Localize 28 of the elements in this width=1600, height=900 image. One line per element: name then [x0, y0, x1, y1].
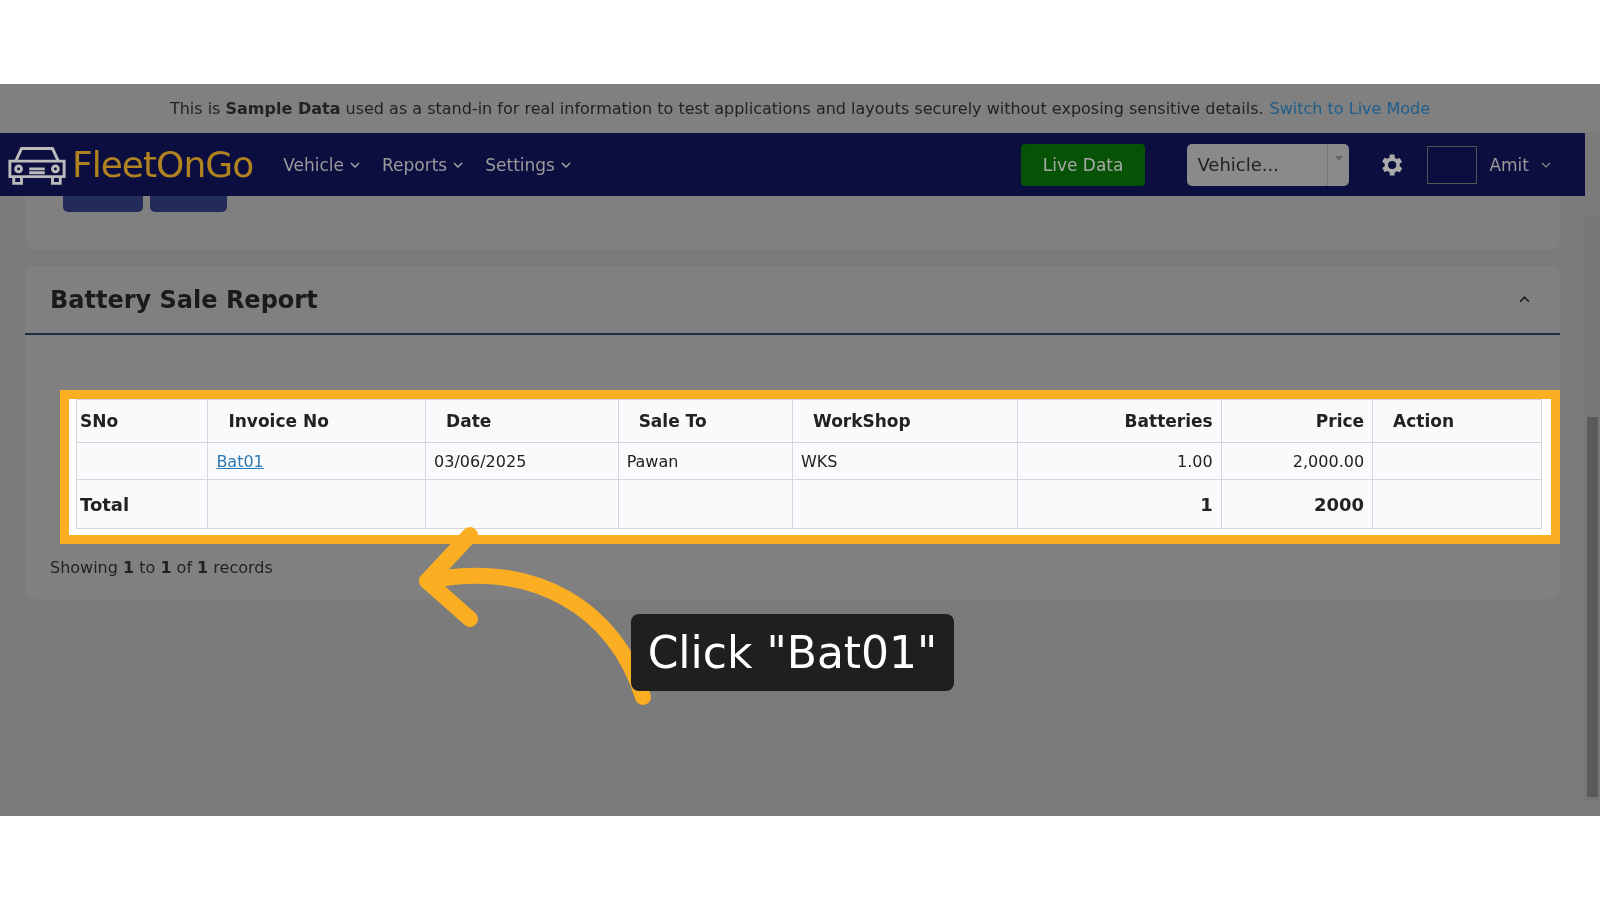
nav-menu[interactable]: Settings	[485, 154, 571, 175]
user-menu[interactable]: Amit	[1483, 153, 1557, 176]
table-cell: WKS	[792, 442, 1018, 480]
vehicle-select[interactable]: Vehicle...	[1187, 143, 1328, 186]
report-title: Battery Sale Report	[50, 285, 318, 314]
column-header: Date	[425, 399, 619, 443]
column-header: Batteries	[1017, 399, 1222, 443]
total-cell: 1	[1017, 479, 1222, 529]
table-cell: Pawan	[618, 442, 793, 480]
banner-text: This is Sample Data used as a stand-in for real information to test applications and layouts securely without exposing sensitive details.	[169, 99, 1264, 118]
column-header: Price	[1221, 399, 1373, 443]
total-cell: 2000	[1221, 479, 1373, 529]
nav-menu[interactable]: Vehicle	[283, 154, 360, 175]
records-summary: Showing 1 to 1 of 1 records	[49, 557, 274, 577]
column-header: Sale To	[618, 399, 793, 443]
invoice-link[interactable]: Bat01	[216, 451, 264, 471]
nav-menu[interactable]: Reports	[382, 154, 464, 175]
table-cell: 2,000.00	[1221, 442, 1373, 480]
total-label: Total	[76, 479, 208, 529]
column-header: SNo	[76, 399, 208, 443]
tooltip: Click "Bat01"	[631, 614, 954, 691]
logo-text: FleetOnGo	[72, 144, 254, 185]
table-cell: 1.00	[1017, 442, 1222, 480]
table-cell: 03/06/2025	[425, 442, 619, 480]
live-data-button[interactable]: Live Data	[1020, 143, 1146, 186]
column-header: Action	[1372, 399, 1542, 443]
column-header: WorkShop	[792, 399, 1018, 443]
column-header: Invoice No	[207, 399, 426, 443]
